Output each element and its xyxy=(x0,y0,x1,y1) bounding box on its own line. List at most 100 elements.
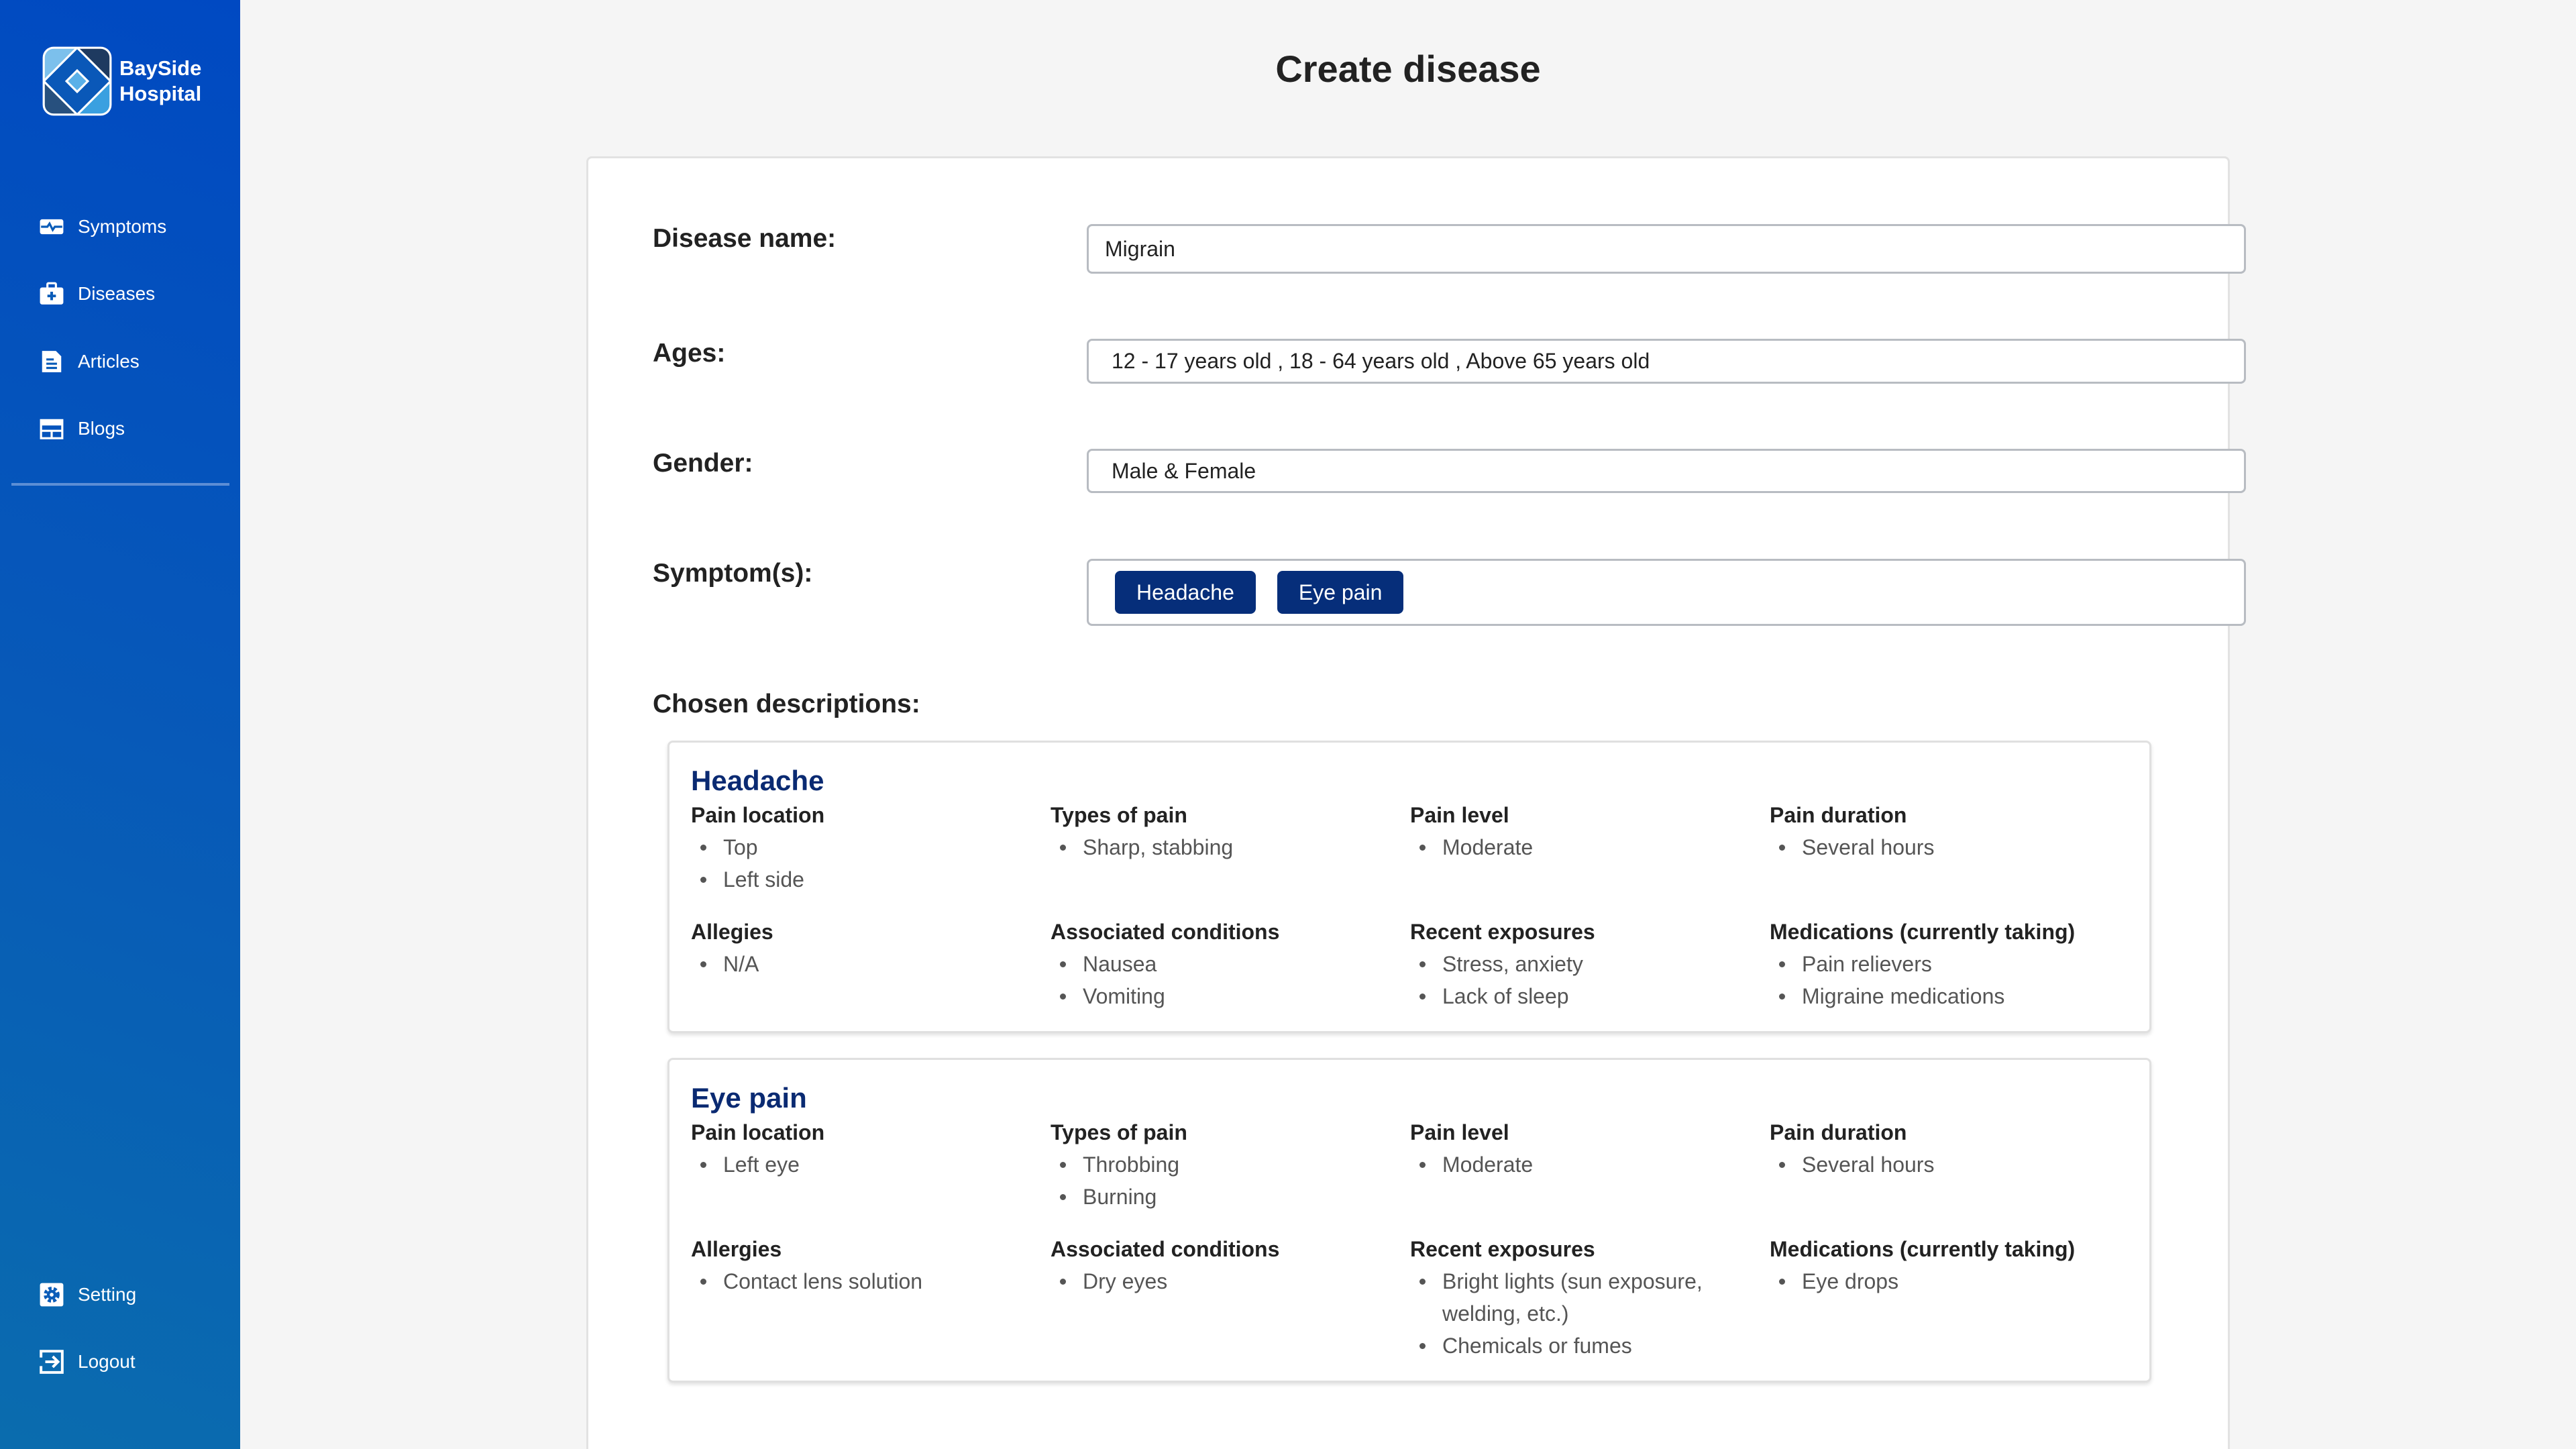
description-grid: Pain location Top Left side Types of pain Sh… xyxy=(691,799,2128,1012)
list-item: Contact lens solution xyxy=(691,1265,1006,1297)
ages-label: Ages: xyxy=(653,339,726,368)
description-section: Associated conditions Dry eyes xyxy=(1051,1233,1410,1362)
gear-icon xyxy=(40,1283,64,1307)
description-section: Medications (currently taking) Pain relie… xyxy=(1770,916,2129,1012)
sidebar-item-label: Symptoms xyxy=(78,216,167,237)
gender-label: Gender: xyxy=(653,449,753,478)
section-heading: Pain duration xyxy=(1770,1120,1907,1144)
description-title: Headache xyxy=(691,765,824,796)
list-item: Sharp, stabbing xyxy=(1051,831,1366,863)
section-list: Nausea Vomiting xyxy=(1051,948,1366,1012)
section-heading: Pain level xyxy=(1410,803,1509,827)
sidebar: BaySide Hospital Symptoms Diseases Artic… xyxy=(0,0,240,1449)
section-list: Top Left side xyxy=(691,831,1006,896)
list-item: Chemicals or fumes xyxy=(1410,1330,1725,1362)
section-heading: Types of pain xyxy=(1051,803,1187,827)
section-list: Eye drops xyxy=(1770,1265,2085,1297)
page-title: Create disease xyxy=(1275,48,1541,90)
description-section: Pain location Top Left side xyxy=(691,799,1051,896)
sidebar-item-label: Blogs xyxy=(78,418,125,439)
sidebar-item-label: Logout xyxy=(78,1351,136,1372)
section-heading: Associated conditions xyxy=(1051,1237,1280,1261)
section-list: N/A xyxy=(691,948,1006,980)
section-list: Several hours xyxy=(1770,831,2085,863)
sidebar-item-diseases[interactable]: Diseases xyxy=(39,277,155,311)
section-heading: Pain level xyxy=(1410,1120,1509,1144)
description-section: Recent exposures Stress, anxiety Lack of s… xyxy=(1410,916,1770,1012)
section-heading: Medications (currently taking) xyxy=(1770,920,2076,944)
sidebar-item-blogs[interactable]: Blogs xyxy=(39,412,125,445)
brand-line-1: BaySide xyxy=(119,56,202,80)
disease-name-label: Disease name: xyxy=(653,224,837,253)
list-item: Left side xyxy=(691,863,1006,896)
section-list: Sharp, stabbing xyxy=(1051,831,1366,863)
gender-select[interactable]: Male & Female xyxy=(1087,449,2246,493)
symptom-chip-eye-pain[interactable]: Eye pain xyxy=(1277,571,1404,614)
section-heading: Types of pain xyxy=(1051,1120,1187,1144)
section-heading: Medications (currently taking) xyxy=(1770,1237,2076,1261)
list-item: Left eye xyxy=(691,1148,1006,1181)
list-item: Several hours xyxy=(1770,1148,2085,1181)
ages-input[interactable]: 12 - 17 years old , 18 - 64 years old , … xyxy=(1087,339,2246,384)
logo[interactable]: BaySide Hospital xyxy=(42,46,201,117)
section-list: Moderate xyxy=(1410,1148,1725,1181)
section-heading: Allergies xyxy=(691,1237,782,1261)
list-item: Nausea xyxy=(1051,948,1366,980)
list-item: Several hours xyxy=(1770,831,2085,863)
section-list: Throbbing Burning xyxy=(1051,1148,1366,1213)
sidebar-item-articles[interactable]: Articles xyxy=(39,345,140,378)
description-section: Pain level Moderate xyxy=(1410,1116,1770,1213)
section-list: Bright lights (sun exposure, welding, et… xyxy=(1410,1265,1725,1362)
description-card-eye-pain: Eye pain Pain location Left eye Types of pa… xyxy=(667,1058,2151,1383)
sidebar-item-logout[interactable]: Logout xyxy=(39,1345,136,1379)
section-list: Dry eyes xyxy=(1051,1265,1366,1297)
list-item: Bright lights (sun exposure, welding, et… xyxy=(1410,1265,1725,1330)
symptom-chip-headache[interactable]: Headache xyxy=(1115,571,1256,614)
sidebar-divider xyxy=(11,483,229,486)
list-item: Moderate xyxy=(1410,1148,1725,1181)
section-list: Pain relievers Migraine medications xyxy=(1770,948,2085,1012)
description-section: Allergies Contact lens solution xyxy=(691,1233,1051,1362)
section-heading: Associated conditions xyxy=(1051,920,1280,944)
description-section: Pain location Left eye xyxy=(691,1116,1051,1213)
sidebar-item-setting[interactable]: Setting xyxy=(39,1278,136,1311)
create-disease-form: Disease name: Migrain Ages: 12 - 17 year… xyxy=(586,156,2246,1449)
disease-name-input[interactable]: Migrain xyxy=(1087,224,2246,274)
list-item: N/A xyxy=(691,948,1006,980)
sidebar-item-symptoms[interactable]: Symptoms xyxy=(39,210,166,244)
description-title: Eye pain xyxy=(691,1082,807,1114)
list-item: Migraine medications xyxy=(1770,980,2085,1012)
sidebar-item-label: Diseases xyxy=(78,283,156,304)
list-item: Vomiting xyxy=(1051,980,1366,1012)
sidebar-item-label: Articles xyxy=(78,351,140,372)
section-list: Several hours xyxy=(1770,1148,2085,1181)
list-item: Dry eyes xyxy=(1051,1265,1366,1297)
list-item: Lack of sleep xyxy=(1410,980,1725,1012)
brand-line-2: Hospital xyxy=(119,82,202,105)
description-section: Pain duration Several hours xyxy=(1770,799,2129,896)
section-heading: Allegies xyxy=(691,920,773,944)
section-list: Left eye xyxy=(691,1148,1006,1181)
list-item: Stress, anxiety xyxy=(1410,948,1725,980)
description-grid: Pain location Left eye Types of pain Throbb… xyxy=(691,1116,2128,1362)
symptoms-input[interactable]: Headache Eye pain xyxy=(1087,559,2246,626)
description-card-headache: Headache Pain location Top Left side Types o… xyxy=(667,741,2151,1033)
section-heading: Pain location xyxy=(691,803,825,827)
hospital-logo-icon xyxy=(42,46,112,116)
description-section: Pain level Moderate xyxy=(1410,799,1770,896)
section-list: Moderate xyxy=(1410,831,1725,863)
heartbeat-icon xyxy=(40,219,64,235)
list-item: Eye drops xyxy=(1770,1265,2085,1297)
chosen-descriptions-label: Chosen descriptions: xyxy=(653,690,920,718)
description-section: Types of pain Sharp, stabbing xyxy=(1051,799,1410,896)
description-section: Associated conditions Nausea Vomiting xyxy=(1051,916,1410,1012)
list-item: Moderate xyxy=(1410,831,1725,863)
description-section: Allegies N/A xyxy=(691,916,1051,1012)
section-heading: Pain location xyxy=(691,1120,825,1144)
description-section: Pain duration Several hours xyxy=(1770,1116,2129,1213)
description-section: Medications (currently taking) Eye drops xyxy=(1770,1233,2129,1362)
list-item: Top xyxy=(691,831,1006,863)
section-list: Contact lens solution xyxy=(691,1265,1006,1297)
list-item: Pain relievers xyxy=(1770,948,2085,980)
section-heading: Recent exposures xyxy=(1410,1237,1595,1261)
